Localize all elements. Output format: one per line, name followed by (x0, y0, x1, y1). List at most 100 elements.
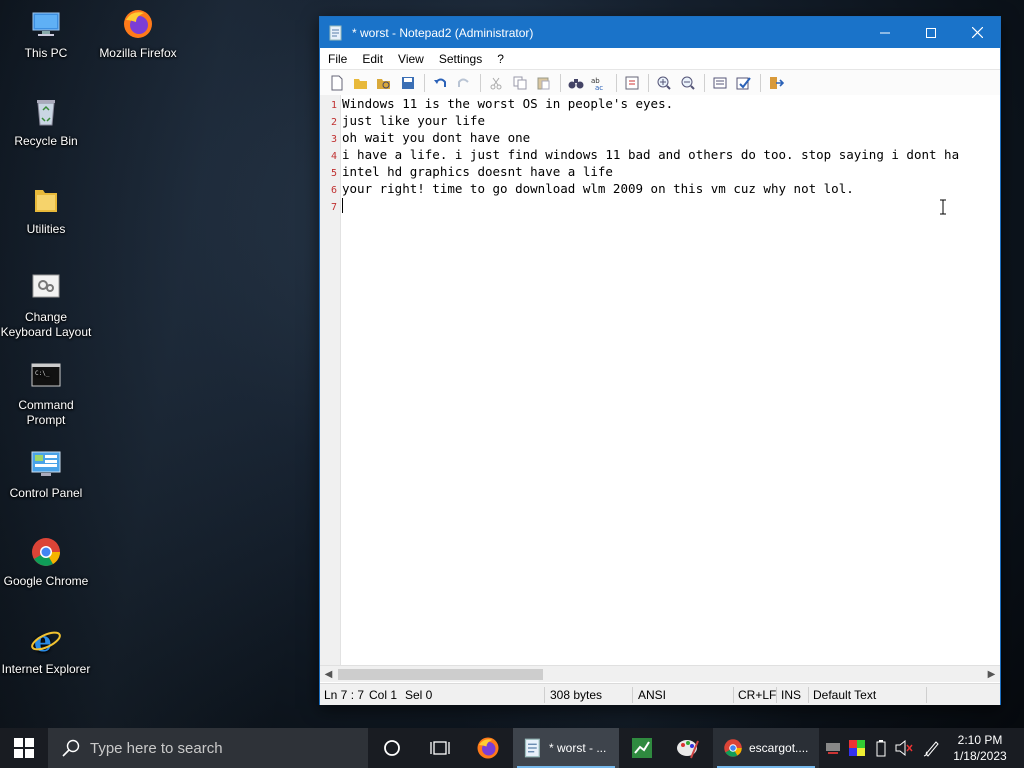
customize-button[interactable] (733, 73, 755, 93)
browse-button[interactable] (373, 73, 395, 93)
status-encoding[interactable]: ANSI (636, 684, 666, 706)
zoom-out-icon (681, 76, 695, 90)
undo-button[interactable] (429, 73, 451, 93)
taskbar-app-chart[interactable] (619, 728, 665, 768)
open-file-button[interactable] (350, 73, 372, 93)
editor-line: 5 intel hd graphics doesnt have a life (320, 163, 613, 180)
clock-time: 2:10 PM (957, 733, 1003, 747)
desktop-icon-label: Utilities (26, 222, 66, 236)
toolbar-separator (559, 73, 561, 92)
firefox-icon (122, 8, 154, 40)
desktop-icon-label: Internet Explorer (1, 662, 91, 676)
menu-bar: File Edit View Settings ? (320, 48, 1000, 70)
terminal-icon: C:\_ (30, 360, 62, 392)
line-text: oh wait you dont have one (342, 130, 531, 145)
goto-icon (625, 76, 638, 89)
desktop-icon-command-prompt[interactable]: C:\_ Command Prompt (0, 360, 92, 428)
cortana-button[interactable] (368, 728, 416, 768)
new-file-button[interactable] (326, 73, 348, 93)
desktop-icon-label: Recycle Bin (14, 134, 78, 148)
chart-app-icon (632, 738, 652, 758)
taskbar-notepad2[interactable]: * worst - ... (513, 728, 619, 768)
taskbar-clock[interactable]: 2:10 PM 1/18/2023 (944, 732, 1016, 764)
paste-icon (537, 77, 550, 89)
line-text: Windows 11 is the worst OS in people's e… (342, 96, 674, 111)
redo-button[interactable] (453, 73, 475, 93)
maximize-button[interactable] (908, 17, 954, 48)
start-button[interactable] (0, 728, 48, 768)
tray-color-app[interactable] (846, 728, 868, 768)
taskbar-app-label: * worst - ... (549, 741, 607, 755)
tray-volume[interactable] (893, 728, 915, 768)
line-text: your right! time to go download wlm 2009… (342, 181, 854, 196)
taskbar-chrome[interactable]: escargot.... (713, 728, 819, 768)
tray-pen[interactable] (920, 728, 944, 768)
toolbar-separator (648, 73, 649, 92)
menu-view[interactable]: View (390, 52, 431, 66)
paste-button[interactable] (532, 73, 554, 93)
editor-line: 7 (320, 197, 339, 214)
copy-button[interactable] (509, 73, 531, 93)
task-view-button[interactable] (416, 728, 464, 768)
notepad-icon (524, 738, 540, 758)
zoom-in-button[interactable] (653, 73, 675, 93)
desktop-icon-internet-explorer[interactable]: e Internet Explorer (0, 624, 92, 677)
scheme-button[interactable] (709, 73, 731, 93)
taskbar-app-paint[interactable] (665, 728, 711, 768)
undo-icon (434, 78, 446, 87)
taskbar-firefox[interactable] (464, 728, 512, 768)
menu-help[interactable]: ? (489, 52, 511, 66)
chrome-icon (30, 536, 62, 568)
editor-line: 6 your right! time to go download wlm 200… (320, 180, 854, 197)
text-editor[interactable]: 1 Windows 11 is the worst OS in people's … (320, 95, 1000, 665)
status-file-size: 308 bytes (550, 688, 603, 702)
menu-edit[interactable]: Edit (354, 52, 390, 66)
replace-icon: abac (591, 77, 603, 90)
replace-button[interactable]: ab ac (588, 73, 610, 93)
settings-shortcut-icon (30, 272, 62, 304)
taskbar-search[interactable]: Type here to search (48, 728, 368, 768)
chrome-icon (724, 739, 742, 757)
desktop-icon-firefox[interactable]: Mozilla Firefox (92, 8, 184, 61)
toolbar: ab ac (320, 70, 1000, 96)
desktop-icon-google-chrome[interactable]: Google Chrome (0, 536, 92, 589)
status-line-endings[interactable]: CR+LF (736, 684, 776, 706)
find-button[interactable] (565, 73, 587, 93)
desktop-icon-utilities[interactable]: Utilities (0, 184, 92, 237)
tray-battery[interactable] (870, 728, 892, 768)
tray-network-tool[interactable] (822, 728, 844, 768)
save-button[interactable] (397, 73, 419, 93)
toolbar-separator (480, 73, 481, 92)
scroll-left-icon[interactable]: ◀ (320, 666, 337, 683)
svg-text:C:\_: C:\_ (35, 370, 50, 377)
zoom-out-button[interactable] (677, 73, 699, 93)
scrollbar-thumb[interactable] (338, 669, 543, 680)
desktop-icon-recycle-bin[interactable]: Recycle Bin (0, 96, 92, 149)
taskbar-app-label: escargot.... (749, 741, 809, 755)
title-bar[interactable]: * worst - Notepad2 (Administrator) (320, 17, 1000, 48)
close-button[interactable] (954, 17, 1000, 48)
minimize-button[interactable] (862, 17, 908, 48)
exit-button[interactable] (765, 73, 787, 93)
status-scheme[interactable]: Default Text (811, 684, 876, 706)
menu-file[interactable]: File (320, 52, 354, 66)
text-caret (342, 198, 343, 213)
goto-button[interactable] (621, 73, 643, 93)
desktop-icon-label: This PC (24, 46, 68, 60)
desktop-icon-this-pc[interactable]: This PC (0, 8, 92, 61)
status-divider (733, 687, 734, 703)
status-insert-mode[interactable]: INS (779, 684, 801, 706)
desktop-icon-label: Change Keyboard Layout (0, 310, 92, 339)
close-icon (971, 27, 983, 38)
save-icon (401, 76, 414, 89)
desktop-icon-control-panel[interactable]: Control Panel (0, 448, 92, 501)
task-view-icon (430, 741, 450, 755)
scroll-right-icon[interactable]: ▶ (983, 666, 1000, 683)
new-file-icon (331, 75, 343, 90)
firefox-icon (477, 737, 499, 759)
desktop-icon-change-keyboard-layout[interactable]: Change Keyboard Layout (0, 272, 92, 340)
customize-icon (736, 76, 751, 89)
cut-button[interactable] (485, 73, 507, 93)
menu-settings[interactable]: Settings (431, 52, 489, 66)
horizontal-scrollbar[interactable]: ◀ ▶ (320, 665, 1000, 682)
